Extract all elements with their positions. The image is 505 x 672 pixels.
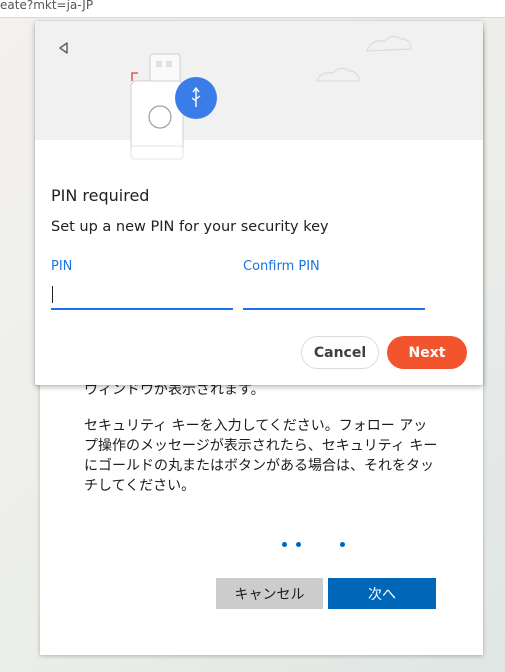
url-text: eate?mkt=ja-JP [0, 0, 94, 12]
text-cursor [52, 286, 53, 303]
cancel-button[interactable]: Cancel [301, 336, 379, 369]
address-bar[interactable]: eate?mkt=ja-JP [0, 0, 505, 18]
progress-dot [282, 542, 287, 547]
ms-instruction-paragraph: セキュリティ キーを入力してください。フォロー アップ操作のメッセージが表示され… [84, 418, 438, 494]
dialog-description: Set up a new PIN for your security key [51, 219, 329, 235]
pin-dialog: PIN required Set up a new PIN for your s… [35, 21, 483, 385]
ms-cancel-button[interactable]: キャンセル [216, 578, 323, 609]
back-triangle-icon [59, 42, 68, 54]
back-button[interactable] [53, 37, 75, 59]
confirm-pin-label: Confirm PIN [243, 259, 320, 274]
progress-dot [340, 542, 345, 547]
next-button[interactable]: Next [387, 336, 467, 369]
confirm-pin-input[interactable] [243, 280, 425, 310]
pin-input[interactable] [51, 280, 233, 310]
security-key-usb-icon [130, 35, 412, 160]
progress-dot [296, 542, 301, 547]
progress-dots [280, 540, 350, 550]
ms-next-button[interactable]: 次へ [328, 578, 436, 609]
pin-label: PIN [51, 259, 73, 274]
dialog-title: PIN required [51, 186, 150, 205]
